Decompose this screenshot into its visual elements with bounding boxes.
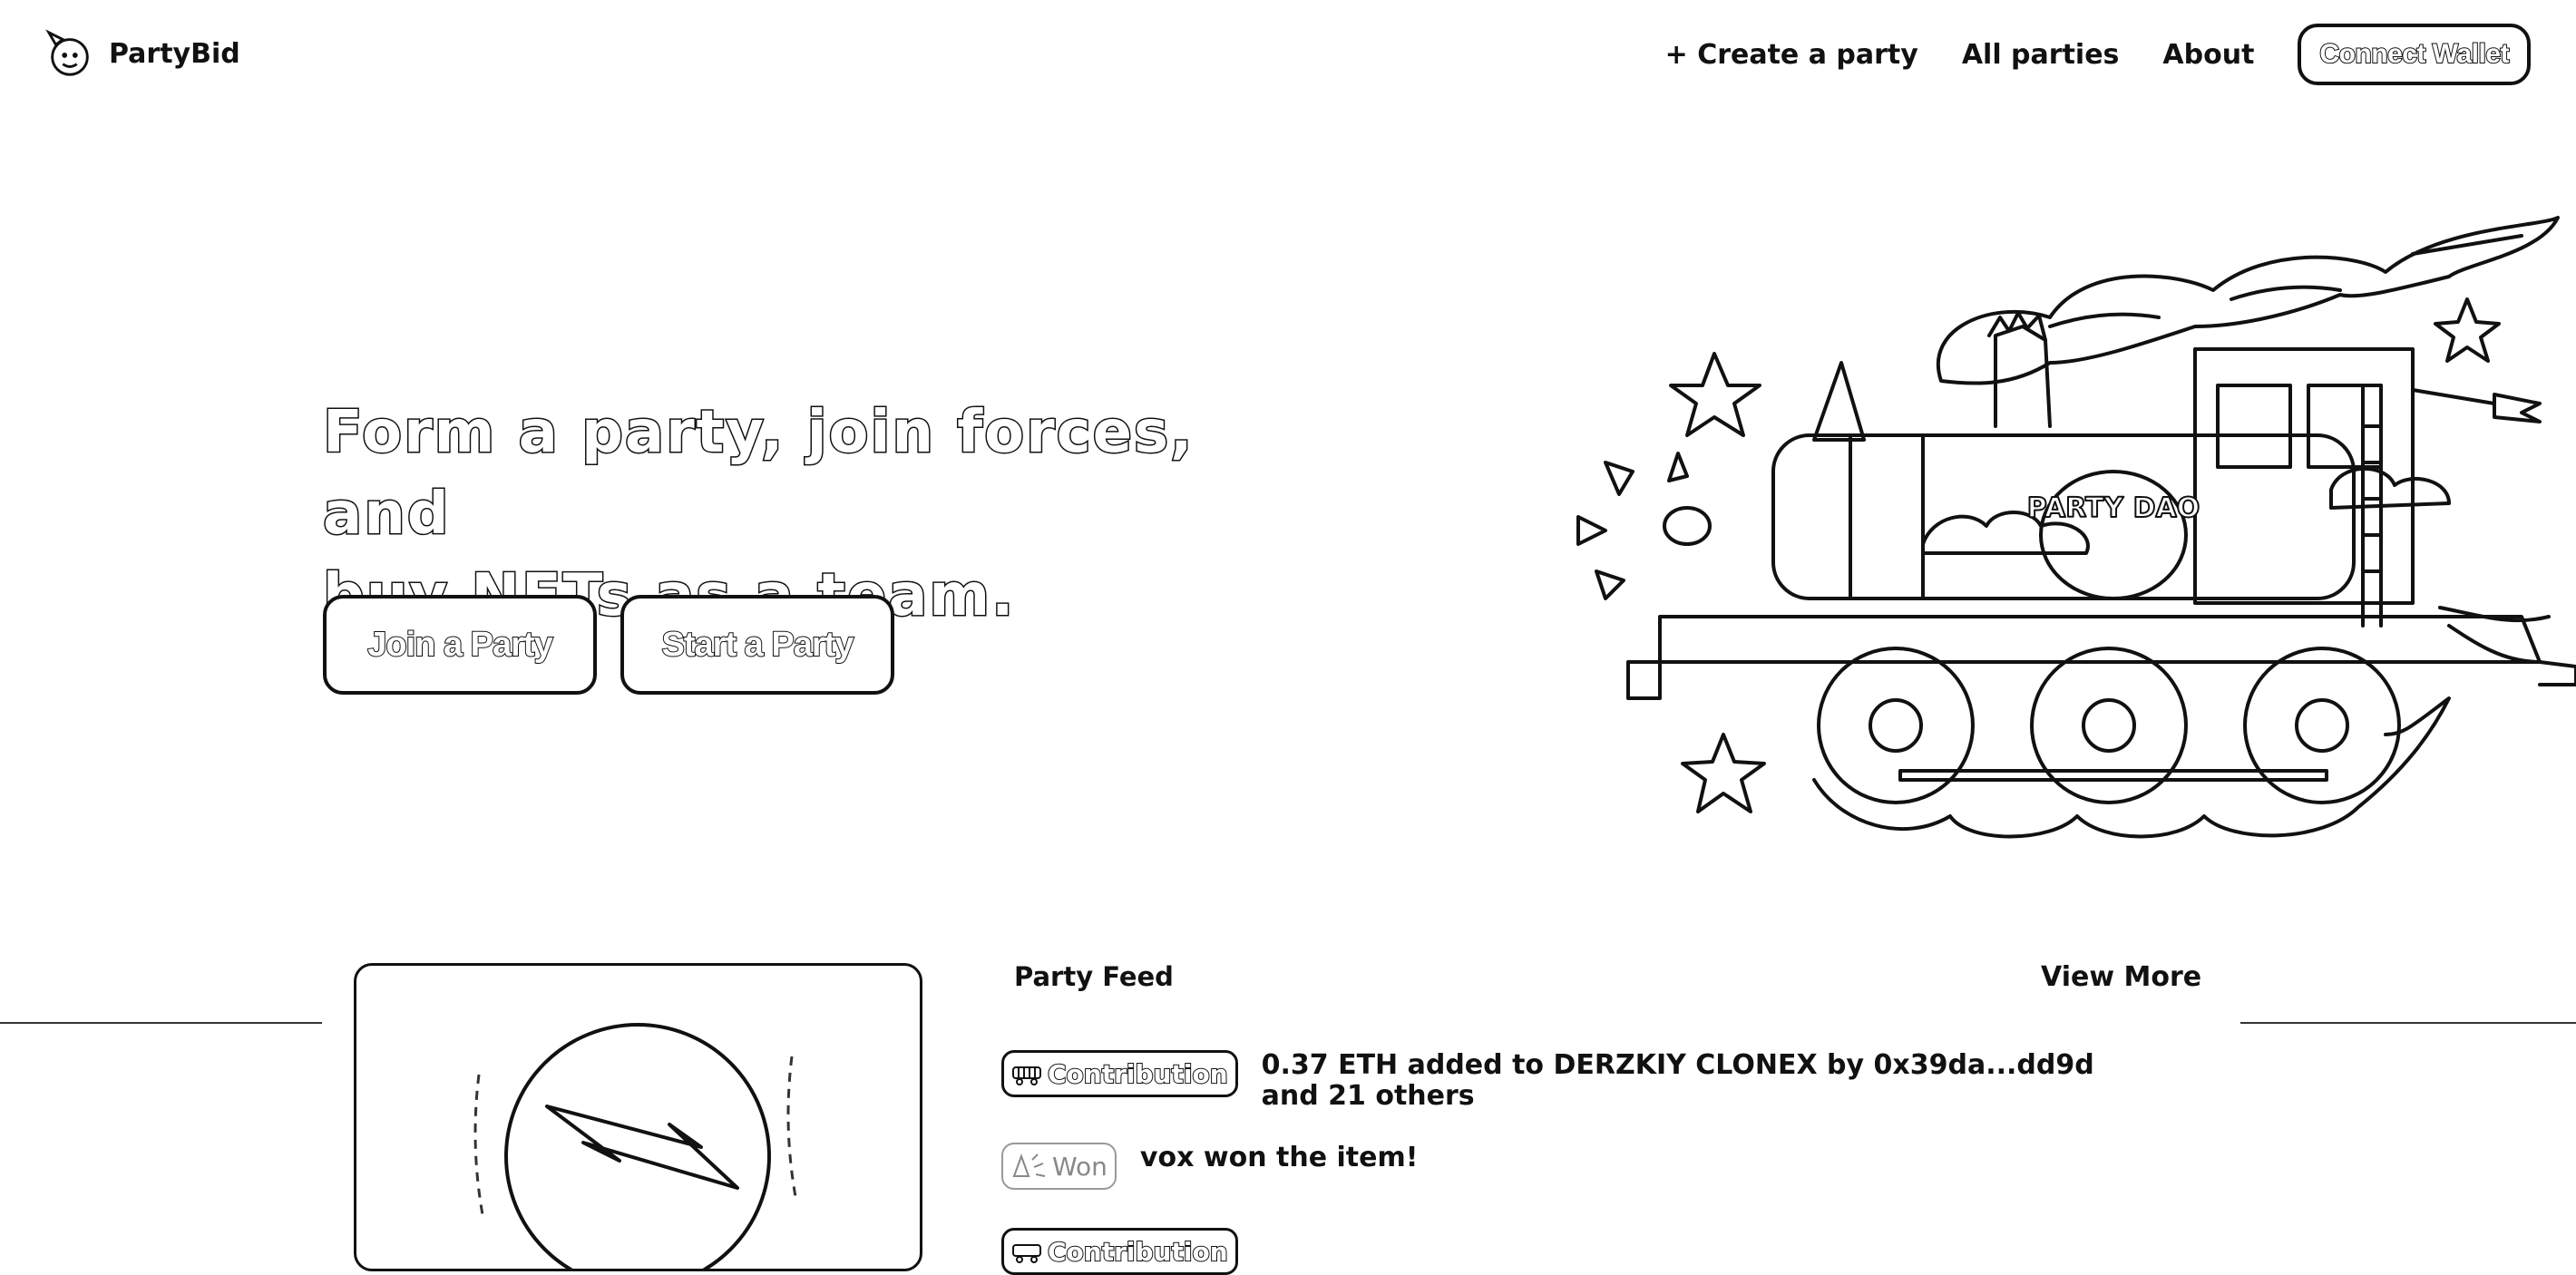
brand-name: PartyBid <box>109 37 240 70</box>
feed-item-text: vox won the item! <box>1139 1142 1419 1173</box>
feed-item-text: 0.37 ETH added to DERZKIY CLONEX by 0x39… <box>1261 1049 2094 1112</box>
section-divider-left <box>0 1022 322 1024</box>
feed-badge-label: Won <box>1052 1151 1107 1182</box>
hero-title-line-1: Form a party, join forces, and <box>321 398 1195 550</box>
party-feed-title: Party Feed <box>1014 961 1174 992</box>
top-navigation: PartyBid + Create a party All parties Ab… <box>0 0 2576 109</box>
contribution-badge: Contribution <box>1001 1228 1238 1275</box>
lightning-bolt-nft-image <box>473 1023 798 1269</box>
feed-badge-label: Contribution <box>1047 1058 1229 1090</box>
party-train-illustration: PARTY DAO <box>1576 216 2576 839</box>
feed-item: Won vox won the item! <box>1001 1143 2011 1190</box>
feed-badge-label: Contribution <box>1047 1236 1229 1268</box>
featured-nft-card[interactable] <box>354 963 922 1271</box>
train-sign-text: PARTY DAO <box>2027 492 2200 524</box>
confetti-icon <box>1012 1153 1046 1177</box>
feed-item: Contribution 0.37 ETH added to DERZKIY C… <box>1001 1050 2132 1112</box>
nav-about-link[interactable]: About <box>2162 39 2254 71</box>
brand-logo[interactable]: PartyBid <box>44 27 240 80</box>
nav-all-parties-link[interactable]: All parties <box>1962 39 2120 71</box>
nav-create-party-link[interactable]: + Create a party <box>1665 39 1918 71</box>
join-party-button[interactable]: Join a Party <box>323 595 597 695</box>
start-party-button[interactable]: Start a Party <box>620 595 894 695</box>
section-divider-right <box>2240 1022 2576 1024</box>
train-icon <box>1012 1244 1041 1263</box>
connect-wallet-button[interactable]: Connect Wallet <box>2298 24 2531 85</box>
party-animal-logo-icon <box>45 29 89 76</box>
feed-item: Contribution <box>1001 1228 2132 1275</box>
won-badge: Won <box>1001 1143 1117 1190</box>
contribution-badge: Contribution <box>1001 1050 1238 1097</box>
nav-links: + Create a party All parties About Conne… <box>1665 24 2531 85</box>
view-more-link[interactable]: View More <box>2041 961 2201 993</box>
train-icon <box>1012 1066 1041 1085</box>
